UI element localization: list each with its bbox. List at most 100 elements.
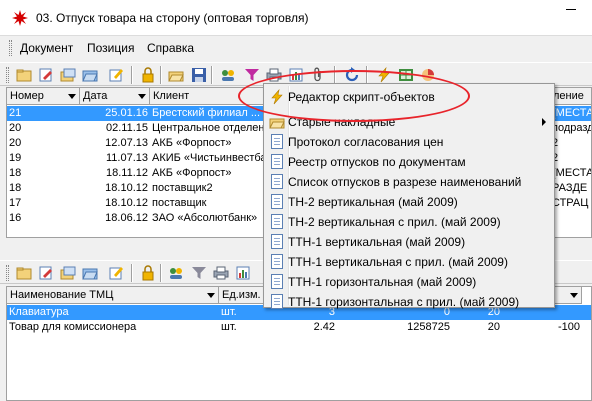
filter-icon[interactable] bbox=[191, 265, 207, 281]
menu-item-label: Старые накладные bbox=[288, 115, 396, 129]
cell-qty: 20 bbox=[487, 321, 500, 333]
cell-num: 19 bbox=[9, 152, 22, 164]
script-lightning-icon[interactable] bbox=[376, 67, 392, 83]
attach-icon[interactable] bbox=[310, 67, 326, 83]
menu-help[interactable]: Справка bbox=[147, 41, 194, 55]
cell-date: 18.10.12 bbox=[105, 182, 148, 194]
lock-icon[interactable] bbox=[140, 265, 156, 281]
column-header-name[interactable]: Наименование ТМЦ bbox=[7, 287, 219, 304]
document-icon bbox=[269, 134, 285, 150]
cell-extra bbox=[550, 211, 591, 226]
menu-item-4[interactable]: Список отпусков в разрезе наименований bbox=[266, 172, 552, 192]
cell-date: 25.01.16 bbox=[105, 107, 148, 119]
cell-date: 11.07.13 bbox=[105, 152, 148, 164]
menu-bar: Документ Позиция Справка bbox=[0, 37, 592, 59]
cell-extra: РАЗДЕ bbox=[552, 182, 588, 194]
table-icon[interactable] bbox=[398, 67, 414, 83]
report-icon[interactable] bbox=[288, 67, 304, 83]
edit-icon[interactable] bbox=[38, 67, 54, 83]
column-header-number[interactable]: Номер bbox=[7, 88, 80, 105]
menu-item-label: ТН-2 вертикальная (май 2009) bbox=[288, 195, 458, 209]
lightning-icon bbox=[269, 88, 285, 105]
cell-sum: 1258725 bbox=[407, 321, 450, 333]
folder-copy-icon[interactable] bbox=[60, 265, 76, 281]
window-title: 03. Отпуск товара на сторону (оптовая то… bbox=[36, 11, 309, 25]
folder-copy-icon[interactable] bbox=[60, 67, 76, 83]
menubar-grip[interactable] bbox=[9, 40, 12, 56]
cell-extra: 2 bbox=[552, 152, 559, 164]
folder-icon[interactable] bbox=[168, 67, 184, 83]
edit-note-icon[interactable] bbox=[108, 265, 124, 281]
folder-new-icon[interactable] bbox=[16, 265, 32, 281]
document-icon bbox=[269, 254, 285, 270]
cell-date: 12.07.13 bbox=[105, 137, 148, 149]
toolbar-grip[interactable] bbox=[6, 265, 9, 281]
cell-price: 2.42 bbox=[313, 321, 335, 333]
cell-num: 17 bbox=[9, 197, 22, 209]
document-icon bbox=[269, 294, 285, 310]
table-row[interactable]: Товар для комиссионера шт. 2.42 1258725 20 -1… bbox=[7, 320, 591, 335]
menu-item-2[interactable]: Протокол согласования цен bbox=[266, 132, 552, 152]
menu-item-label: Список отпусков в разрезе наименований bbox=[288, 175, 522, 189]
starburst-icon bbox=[12, 10, 28, 26]
toolbar-grip[interactable] bbox=[6, 67, 9, 83]
folder-new-icon[interactable] bbox=[16, 67, 32, 83]
print-icon[interactable] bbox=[266, 67, 282, 83]
menu-item-label: ТН-2 вертикальная с прил. (май 2009) bbox=[288, 215, 501, 229]
chevron-down-icon[interactable] bbox=[138, 94, 146, 99]
cell-date: 02.11.15 bbox=[105, 122, 148, 134]
document-icon bbox=[269, 194, 285, 210]
cell-extra: подразд bbox=[552, 122, 592, 134]
cell-extra: (МЕСТА bbox=[552, 167, 592, 179]
refresh-icon[interactable] bbox=[344, 67, 360, 83]
menu-item-label: Редактор скрипт-объектов bbox=[288, 90, 435, 104]
report-icon[interactable] bbox=[235, 265, 251, 281]
menu-item-label: ТТН-1 вертикальная (май 2009) bbox=[288, 235, 466, 249]
minimize-button[interactable] bbox=[552, 0, 592, 30]
folder-open-icon[interactable] bbox=[82, 265, 98, 281]
menu-item-1[interactable]: Старые накладные bbox=[266, 112, 552, 132]
folder-icon bbox=[269, 114, 285, 130]
cell-date: 18.11.12 bbox=[105, 167, 148, 179]
chevron-down-icon[interactable] bbox=[68, 94, 76, 99]
column-header-date[interactable]: Дата bbox=[80, 88, 150, 105]
cell-unit: шт. bbox=[221, 321, 237, 333]
cell-extra: СТРАЦ bbox=[552, 197, 589, 209]
document-icon bbox=[269, 154, 285, 170]
menu-item-0[interactable]: Редактор скрипт-объектов bbox=[266, 87, 552, 107]
menu-item-label: Реестр отпусков по документам bbox=[288, 155, 466, 169]
menu-item-label: ТТН-1 вертикальная с прил. (май 2009) bbox=[288, 255, 508, 269]
menu-item-9[interactable]: ТТН-1 горизонтальная (май 2009) bbox=[266, 272, 552, 292]
menu-item-5[interactable]: ТН-2 вертикальная (май 2009) bbox=[266, 192, 552, 212]
cell-num: 20 bbox=[9, 122, 22, 134]
menu-item-label: Протокол согласования цен bbox=[288, 135, 444, 149]
folder-open-icon[interactable] bbox=[82, 67, 98, 83]
menu-item-7[interactable]: ТТН-1 вертикальная (май 2009) bbox=[266, 232, 552, 252]
column-header-division[interactable]: ление bbox=[550, 88, 591, 105]
people-icon[interactable] bbox=[168, 265, 184, 281]
edit-note-icon[interactable] bbox=[108, 67, 124, 83]
lock-icon[interactable] bbox=[140, 67, 156, 83]
chevron-down-icon[interactable] bbox=[570, 293, 578, 298]
menu-item-8[interactable]: ТТН-1 вертикальная с прил. (май 2009) bbox=[266, 252, 552, 272]
title-bar: 03. Отпуск товара на сторону (оптовая то… bbox=[0, 0, 592, 36]
people-icon[interactable] bbox=[220, 67, 236, 83]
document-icon bbox=[269, 234, 285, 250]
cell-extra: (МЕСТА bbox=[552, 107, 592, 119]
menu-item-10[interactable]: ТТН-1 горизонтальная с прил. (май 2009) bbox=[266, 292, 552, 312]
chart-icon[interactable] bbox=[420, 67, 436, 83]
document-icon bbox=[269, 274, 285, 290]
cell-name: Товар для комиссионера bbox=[9, 321, 137, 333]
print-icon[interactable] bbox=[213, 265, 229, 281]
menu-item-6[interactable]: ТН-2 вертикальная с прил. (май 2009) bbox=[266, 212, 552, 232]
menu-position[interactable]: Позиция bbox=[87, 41, 134, 55]
cell-num: 18 bbox=[9, 182, 22, 194]
cell-extra: -100 bbox=[557, 321, 580, 333]
menu-document[interactable]: Документ bbox=[20, 41, 73, 55]
chevron-down-icon[interactable] bbox=[207, 293, 215, 298]
menu-item-3[interactable]: Реестр отпусков по документам bbox=[266, 152, 552, 172]
cell-num: 21 bbox=[9, 107, 22, 119]
edit-icon[interactable] bbox=[38, 265, 54, 281]
save-icon[interactable] bbox=[191, 67, 207, 83]
filter-icon[interactable] bbox=[244, 67, 260, 83]
